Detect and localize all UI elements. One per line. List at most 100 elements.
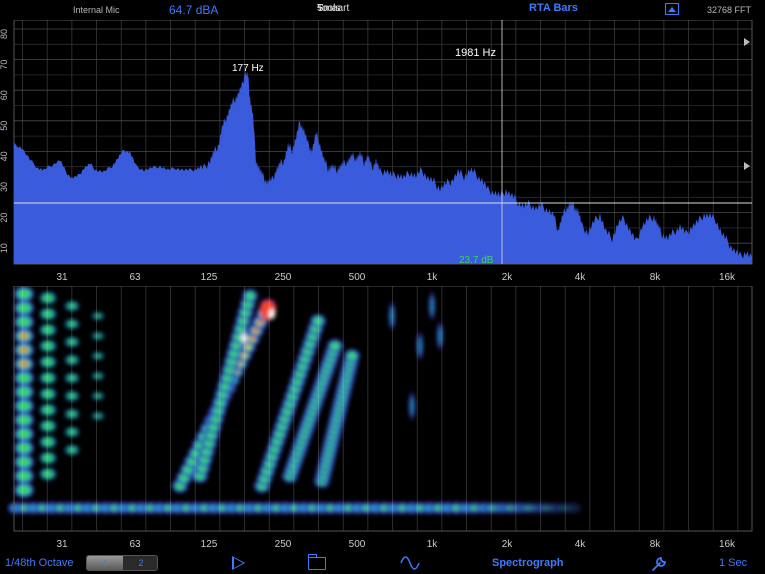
photo-icon[interactable] xyxy=(665,3,679,15)
heat-blob xyxy=(241,333,247,343)
rta-x-tick: 250 xyxy=(275,272,292,283)
rta-x-tick: 8k xyxy=(650,272,662,283)
heat-blob xyxy=(18,458,30,466)
heat-blob xyxy=(18,444,30,452)
cursor-level-label: 23.7 dB xyxy=(459,255,494,266)
spectrograph-x-tick: 16k xyxy=(719,539,736,550)
heat-blob xyxy=(43,406,53,414)
heat-blob xyxy=(249,336,255,341)
rta-x-tick: 1k xyxy=(427,272,439,283)
heat-blob xyxy=(43,310,53,318)
spectrograph-x-tick: 1k xyxy=(427,539,439,550)
rta-x-tick: 16k xyxy=(719,272,736,283)
heat-blob xyxy=(18,416,30,424)
rta-x-axis: 31 63 125 250 500 1k 2k 4k 8k 16k xyxy=(56,272,736,283)
heat-blob xyxy=(95,373,101,379)
rta-y-tick: 10 xyxy=(0,243,9,253)
heat-blob xyxy=(95,313,101,319)
heat-blob xyxy=(430,297,434,315)
heat-blob xyxy=(253,328,259,333)
spectrograph-background xyxy=(14,286,752,531)
segment-2[interactable]: 2 xyxy=(123,556,157,570)
heat-blob xyxy=(418,337,422,355)
heat-blob xyxy=(43,422,53,430)
spectrograph-x-tick: 8k xyxy=(650,539,662,550)
rta-y-tick: 20 xyxy=(0,213,9,223)
spectrograph-x-tick: 250 xyxy=(275,539,292,550)
rta-x-tick: 125 xyxy=(201,272,218,283)
top-bar: Internal Mic 64.7 dBA Smaart ϟ Tools RTA … xyxy=(0,0,765,20)
heat-blob xyxy=(438,327,442,345)
folder-icon[interactable] xyxy=(308,554,326,570)
spectrograph-x-tick: 500 xyxy=(349,539,366,550)
heat-blob xyxy=(269,309,275,319)
spectrograph-plot[interactable]: 31 63 125 250 500 1k 2k 4k 8k 16k xyxy=(0,286,765,552)
heat-blob xyxy=(18,374,30,382)
heat-blob xyxy=(348,352,356,360)
play-icon[interactable] xyxy=(232,556,245,570)
view-segment-control[interactable]: 1 2 xyxy=(86,555,158,571)
octave-resolution-button[interactable]: 1/48th Octave xyxy=(5,557,74,569)
heat-blob xyxy=(257,320,263,325)
heat-blob xyxy=(95,413,101,419)
rta-y-tick: 70 xyxy=(0,60,9,70)
view-mode-button[interactable]: Spectrograph xyxy=(492,557,564,569)
spectrograph-x-tick: 63 xyxy=(129,539,141,550)
heat-blob xyxy=(18,304,30,312)
heat-blob xyxy=(43,326,53,334)
input-device-label[interactable]: Internal Mic xyxy=(73,5,120,15)
wrench-icon[interactable] xyxy=(650,555,668,573)
spectrograph-x-tick: 125 xyxy=(201,539,218,550)
heat-blob xyxy=(18,472,30,480)
peak-label: 177 Hz xyxy=(232,63,264,74)
heat-blob xyxy=(568,504,580,512)
brand-right: Tools xyxy=(317,3,341,14)
heat-blob xyxy=(390,307,394,325)
rta-y-tick: 30 xyxy=(0,182,9,192)
heat-blob xyxy=(18,402,30,410)
heat-blob xyxy=(95,353,101,359)
rta-x-tick: 4k xyxy=(575,272,587,283)
rta-x-tick: 63 xyxy=(129,272,141,283)
heat-blob xyxy=(43,374,53,382)
spectrograph-x-tick: 4k xyxy=(575,539,587,550)
spectrograph-x-tick: 2k xyxy=(502,539,514,550)
segment-1[interactable]: 1 xyxy=(87,556,123,570)
heat-blob xyxy=(95,393,101,399)
heat-blob xyxy=(410,397,414,415)
spectrograph-x-tick: 31 xyxy=(56,539,68,550)
display-mode-button[interactable]: RTA Bars xyxy=(529,2,578,14)
heat-blob xyxy=(43,294,53,302)
rta-y-tick: 80 xyxy=(0,29,9,39)
heat-blob xyxy=(20,361,28,367)
heat-blob xyxy=(20,347,28,353)
rta-y-tick: 60 xyxy=(0,90,9,100)
heat-blob xyxy=(43,438,53,446)
spectrograph-x-axis: 31 63 125 250 500 1k 2k 4k 8k 16k xyxy=(56,539,736,550)
heat-blob xyxy=(95,333,101,339)
heat-blob xyxy=(43,358,53,366)
heat-blob xyxy=(43,342,53,350)
bottom-toolbar: 1/48th Octave 1 2 Spectrograph 1 Sec xyxy=(0,552,765,574)
rta-y-tick: 50 xyxy=(0,121,9,131)
heat-blob xyxy=(18,388,30,396)
heat-blob xyxy=(18,290,30,298)
heat-blob xyxy=(18,318,30,326)
level-readout[interactable]: 64.7 dBA xyxy=(169,3,218,17)
heat-blob xyxy=(43,454,53,462)
heat-blob xyxy=(246,292,254,300)
heat-blob xyxy=(18,486,30,494)
heat-blob xyxy=(314,317,322,325)
heat-blob xyxy=(43,470,53,478)
rta-y-axis: 80 70 60 50 40 30 20 10 xyxy=(0,29,9,253)
fft-size-label[interactable]: 32768 FFT xyxy=(707,5,751,15)
rta-plot[interactable]: 80 70 60 50 40 30 20 10 31 63 125 250 500 1k 2k 4k 8k 16… xyxy=(0,20,765,286)
update-rate-button[interactable]: 1 Sec xyxy=(719,557,747,569)
heat-blob xyxy=(20,333,28,339)
rta-y-tick: 40 xyxy=(0,151,9,161)
cursor-frequency-label: 1981 Hz xyxy=(455,47,496,59)
wave-icon[interactable] xyxy=(400,556,420,570)
heat-blob xyxy=(331,342,339,350)
rta-x-tick: 31 xyxy=(56,272,68,283)
rta-x-tick: 2k xyxy=(502,272,514,283)
